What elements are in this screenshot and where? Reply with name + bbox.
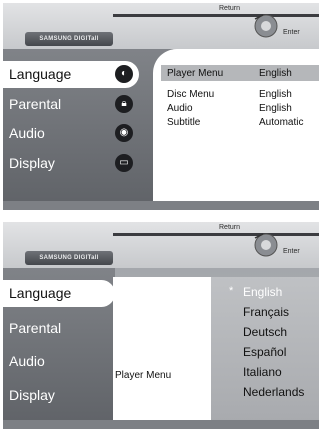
top-divider — [113, 14, 319, 17]
top-divider — [113, 233, 319, 236]
return-label: Return — [219, 224, 241, 231]
return-label: Return — [219, 5, 241, 12]
top-bar: SAMSUNG DIGITall Return Enter — [3, 222, 319, 268]
return-enter-icon — [254, 233, 278, 257]
menu-item-display[interactable]: Display — [3, 382, 138, 409]
language-option-italiano[interactable]: Italiano — [243, 365, 282, 379]
enter-label: Enter — [283, 29, 300, 36]
return-enter-icon — [254, 14, 278, 38]
player-menu-language-screen: SAMSUNG DIGITall Return Enter Language P… — [3, 222, 319, 429]
setting-label-audio[interactable]: Audio — [167, 103, 193, 114]
setting-label-subtitle[interactable]: Subtitle — [167, 117, 200, 128]
language-option-francais[interactable]: Français — [243, 305, 289, 319]
samsung-logo: SAMSUNG DIGITall — [25, 32, 113, 46]
top-bar: SAMSUNG DIGITall Return Enter — [3, 3, 319, 49]
language-option-nederlands[interactable]: Nederlands — [243, 385, 304, 399]
bottom-bar — [3, 420, 319, 429]
menu-item-parental[interactable]: Parental — [3, 315, 138, 342]
display-icon: ▭ — [115, 154, 133, 172]
lock-icon: 🔒︎ — [115, 95, 133, 113]
language-option-espanol[interactable]: Español — [243, 345, 286, 359]
setting-value-disc-menu: English — [259, 89, 292, 100]
audio-icon: ◉ — [115, 124, 133, 142]
samsung-logo: SAMSUNG DIGITall — [25, 251, 113, 265]
enter-label: Enter — [283, 248, 300, 255]
bottom-bar — [3, 201, 319, 210]
language-list: * English Français Deutsch Español Itali… — [211, 277, 319, 429]
language-option-english[interactable]: * English — [229, 285, 282, 299]
language-setup-screen: SAMSUNG DIGITall Return Enter Player Men… — [3, 3, 319, 210]
setting-value-audio: English — [259, 103, 292, 114]
submenu-label-player-menu: Player Menu — [115, 370, 172, 381]
language-option-deutsch[interactable]: Deutsch — [243, 325, 287, 339]
settings-panel: Player Menu English Disc Menu English Au… — [153, 49, 319, 201]
selected-marker: * — [229, 285, 234, 297]
setting-label-player-menu[interactable]: Player Menu — [167, 68, 223, 79]
language-icon: ◐ — [115, 65, 133, 83]
setting-label-disc-menu[interactable]: Disc Menu — [167, 89, 214, 100]
menu-item-language[interactable]: Language — [3, 280, 115, 307]
setting-value-player-menu: English — [259, 68, 292, 79]
setting-value-subtitle: Automatic — [259, 117, 304, 128]
